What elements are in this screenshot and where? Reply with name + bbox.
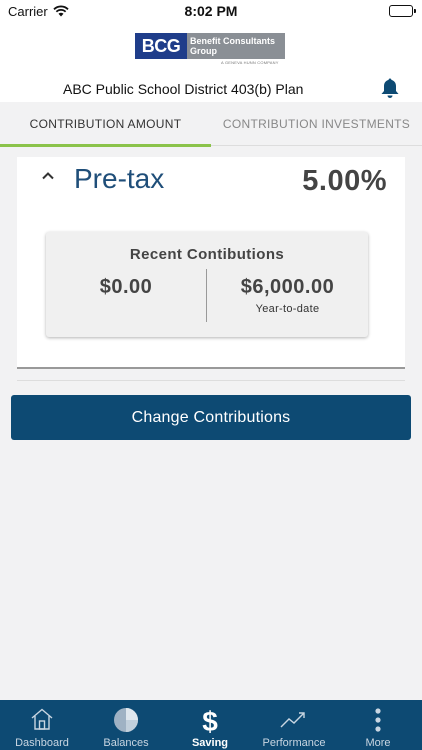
ytd-contribution-amount: $6,000.00 <box>240 276 335 298</box>
tab-more[interactable]: More <box>336 700 420 750</box>
tab-label: Dashboard <box>15 737 69 749</box>
tab-balances[interactable]: Balances <box>84 700 168 750</box>
logo-name-line1: Benefit Consultants <box>190 36 276 46</box>
company-logo: BCG Benefit Consultants Group A GENEVA H… <box>135 33 285 65</box>
tab-performance[interactable]: Performance <box>252 700 336 750</box>
dollar-icon: $ <box>168 706 252 736</box>
change-contributions-button[interactable]: Change Contributions <box>11 395 411 440</box>
trend-line-icon <box>252 706 336 734</box>
logo-name: Benefit Consultants Group <box>187 33 285 59</box>
tab-saving[interactable]: $ Saving <box>168 700 252 750</box>
house-icon <box>0 706 84 734</box>
contribution-type-title: Pre-tax <box>74 163 165 194</box>
tab-contribution-investments[interactable]: CONTRIBUTION INVESTMENTS <box>211 102 422 146</box>
more-vertical-icon <box>336 706 420 734</box>
recent-contribution-amount: $0.00 <box>99 276 153 298</box>
contribution-percentage: 5.00% <box>302 165 387 197</box>
tab-label: CONTRIBUTION INVESTMENTS <box>222 117 411 131</box>
battery-icon <box>389 5 416 17</box>
recent-contributions-title: Recent Contibutions <box>129 246 285 263</box>
card-divider <box>17 367 405 369</box>
app-header: BCG Benefit Consultants Group A GENEVA H… <box>0 24 422 102</box>
plan-title: ABC Public School District 403(b) Plan <box>63 81 304 97</box>
tab-label: Saving <box>191 737 229 749</box>
status-bar: Carrier 8:02 PM <box>0 0 422 24</box>
ytd-label: Year-to-date <box>255 303 320 315</box>
tab-contribution-amount[interactable]: CONTRIBUTION AMOUNT <box>0 102 211 147</box>
contribution-tabs: CONTRIBUTION AMOUNT CONTRIBUTION INVESTM… <box>0 102 422 147</box>
tab-label: CONTRIBUTION AMOUNT <box>29 117 182 131</box>
logo-mark: BCG <box>135 33 187 59</box>
svg-text:$: $ <box>202 706 218 736</box>
status-time: 8:02 PM <box>184 3 238 19</box>
tab-dashboard[interactable]: Dashboard <box>0 700 84 750</box>
pie-chart-icon <box>84 706 168 734</box>
recent-contributions-box: Recent Contibutions $0.00 $6,000.00 Year… <box>46 232 368 337</box>
logo-name-line2: Group <box>190 46 217 56</box>
bell-icon[interactable] <box>380 77 400 104</box>
pretax-card: Pre-tax 5.00% Recent Contibutions $0.00 … <box>17 157 405 369</box>
tab-label: Performance <box>262 737 326 749</box>
chevron-up-icon[interactable] <box>41 169 55 188</box>
bottom-tab-bar: Dashboard Balances $ Saving Performance … <box>0 700 422 750</box>
section-divider <box>17 380 405 381</box>
active-tab-indicator <box>0 144 211 147</box>
tab-label: More <box>365 737 391 749</box>
tab-label: Balances <box>103 737 149 749</box>
logo-subtitle: A GENEVA HUNN COMPANY <box>221 60 279 65</box>
